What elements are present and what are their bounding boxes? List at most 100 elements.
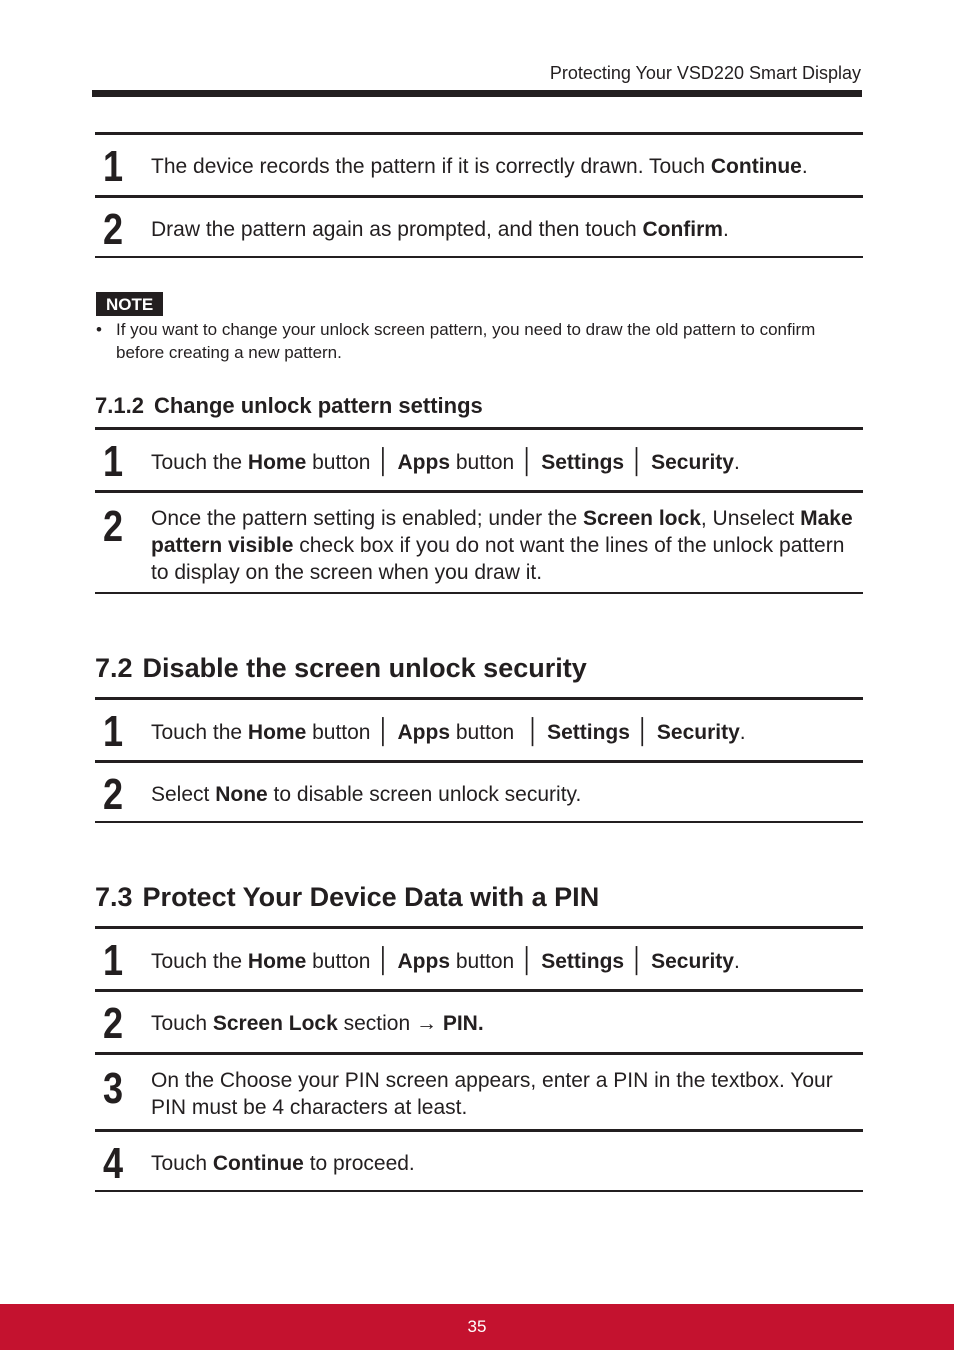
- text-run: to disable screen unlock security.: [267, 783, 582, 806]
- ui-term: Screen Lock: [212, 1012, 338, 1035]
- path-separator: │: [376, 448, 392, 475]
- disable-security-steps: 1 Touch the Home button │ Apps button │ Sett…: [95, 697, 863, 823]
- text-run: On the Choose your PIN screen appears, e…: [151, 1069, 833, 1119]
- header-rule: [92, 90, 862, 97]
- step-row: 1 Touch the Home button │ Apps button │ Setti…: [95, 926, 863, 989]
- text-run: button: [450, 950, 515, 973]
- step-row: 4 Touch Continue to proceed.: [95, 1129, 863, 1192]
- section-heading-7-3: 7.3 Protect Your Device Data with a PIN: [95, 882, 599, 913]
- ui-term: Home: [247, 950, 307, 973]
- pin-steps: 1 Touch the Home button │ Apps button │ Setti…: [95, 926, 863, 1192]
- subsection-heading-7-1-2: 7.1.2 Change unlock pattern settings: [95, 393, 483, 419]
- ui-term: Continue: [710, 155, 802, 178]
- step-number: 1: [103, 437, 124, 486]
- step-text: The device records the pattern if it is …: [151, 135, 863, 180]
- step-row: 1 Touch the Home button │ Apps button │ Sett…: [95, 697, 863, 760]
- ui-term: Security: [656, 721, 740, 744]
- section-title: Disable the screen unlock security: [142, 653, 587, 683]
- text-run: to proceed.: [303, 1152, 415, 1175]
- path-separator: │: [520, 448, 536, 475]
- step-row: 1 Touch the Home button │ Apps button │ Setti…: [95, 427, 863, 490]
- note-text: If you want to change your unlock screen…: [116, 320, 816, 362]
- step-row: 2 Draw the pattern again as prompted, and…: [95, 195, 863, 258]
- note-badge: NOTE: [96, 292, 164, 316]
- text-run: .: [801, 155, 808, 178]
- text-run: Select: [151, 783, 216, 806]
- text-run: Touch the: [151, 451, 248, 474]
- text-run: Touch the: [151, 721, 248, 744]
- ui-term: Home: [247, 721, 307, 744]
- pattern-steps: 1 The device records the pattern if it is…: [95, 132, 863, 258]
- text-run: Touch: [151, 1012, 213, 1035]
- ui-term: Settings: [541, 451, 625, 474]
- step-row: 3 On the Choose your PIN screen appears, …: [95, 1052, 863, 1129]
- path-separator: │: [376, 718, 392, 745]
- step-number: 1: [103, 142, 124, 191]
- step-row: 2 Touch Screen Lock section → PIN.: [95, 989, 863, 1052]
- text-run: button: [450, 451, 515, 474]
- step-number: 2: [103, 770, 124, 819]
- ui-term: Home: [247, 451, 307, 474]
- text-run: section →: [337, 1012, 443, 1035]
- text-run: Touch the: [151, 950, 248, 973]
- change-pattern-steps: 1 Touch the Home button │ Apps button │ Setti…: [95, 427, 863, 594]
- ui-term: PIN.: [442, 1012, 484, 1035]
- ui-term: Settings: [541, 950, 625, 973]
- ui-term: Confirm: [642, 218, 723, 241]
- step-text: On the Choose your PIN screen appears, e…: [151, 1055, 863, 1121]
- text-run: Once the pattern setting is enabled; und…: [151, 507, 583, 530]
- step-number: 4: [103, 1139, 124, 1188]
- step-text: Once the pattern setting is enabled; und…: [151, 493, 863, 586]
- note-list: • If you want to change your unlock scre…: [96, 318, 866, 364]
- step-text: Touch the Home button │ Apps button │ Setti…: [151, 700, 863, 746]
- path-separator: │: [376, 947, 392, 974]
- step-number: 1: [103, 707, 124, 756]
- step-text: Touch the Home button │ Apps button │ Settin…: [151, 929, 863, 975]
- text-run: .: [733, 950, 740, 973]
- path-separator: │: [630, 947, 646, 974]
- bullet-icon: •: [96, 320, 102, 339]
- ui-term: Apps: [397, 721, 451, 744]
- ui-term: Apps: [397, 451, 451, 474]
- step-text: Draw the pattern again as prompted, and …: [151, 198, 863, 243]
- text-run: button: [306, 721, 371, 744]
- step-text: Touch the Home button │ Apps button │ Settin…: [151, 430, 863, 476]
- section-number: 7.2: [95, 653, 133, 683]
- text-run: .: [733, 451, 740, 474]
- ui-term: Security: [651, 950, 734, 973]
- page-footer: 35: [0, 1304, 954, 1350]
- text-run: button: [450, 721, 521, 744]
- step-number: 2: [103, 999, 124, 1048]
- ui-term: Screen lock: [582, 507, 701, 530]
- text-run: .: [739, 721, 746, 744]
- ui-term: None: [215, 783, 268, 806]
- subsection-title: Change unlock pattern settings: [153, 393, 483, 418]
- section-heading-7-2: 7.2 Disable the screen unlock security: [95, 653, 587, 684]
- text-run: .: [722, 218, 729, 241]
- text-run: , Unselect: [700, 507, 801, 530]
- step-number: 2: [103, 205, 124, 254]
- note-item: • If you want to change your unlock scre…: [96, 318, 866, 364]
- ui-term: Continue: [212, 1152, 304, 1175]
- step-row: 2 Select None to disable screen unlock se…: [95, 760, 863, 823]
- path-separator: │: [520, 947, 536, 974]
- text-run: The device records the pattern if it is …: [151, 155, 711, 178]
- ui-term: Security: [651, 451, 734, 474]
- step-text: Touch Continue to proceed.: [151, 1132, 863, 1177]
- text-run: button: [306, 950, 371, 973]
- text-run: Draw the pattern again as prompted, and …: [151, 218, 643, 241]
- path-separator: │: [635, 718, 651, 745]
- subsection-number: 7.1.2: [95, 393, 144, 418]
- step-number: 3: [103, 1064, 124, 1113]
- step-text: Touch Screen Lock section → PIN.: [151, 992, 863, 1037]
- path-separator: │: [526, 718, 542, 745]
- section-number: 7.3: [95, 882, 133, 912]
- running-header-title: Protecting Your VSD220 Smart Display: [549, 63, 861, 83]
- page-number: 35: [467, 1317, 487, 1336]
- path-separator: │: [630, 448, 646, 475]
- step-row: 2 Once the pattern setting is enabled; un…: [95, 490, 863, 594]
- text-run: Touch: [151, 1152, 213, 1175]
- step-number: 1: [103, 936, 124, 985]
- section-title: Protect Your Device Data with a PIN: [142, 882, 600, 912]
- step-text: Select None to disable screen unlock sec…: [151, 763, 863, 808]
